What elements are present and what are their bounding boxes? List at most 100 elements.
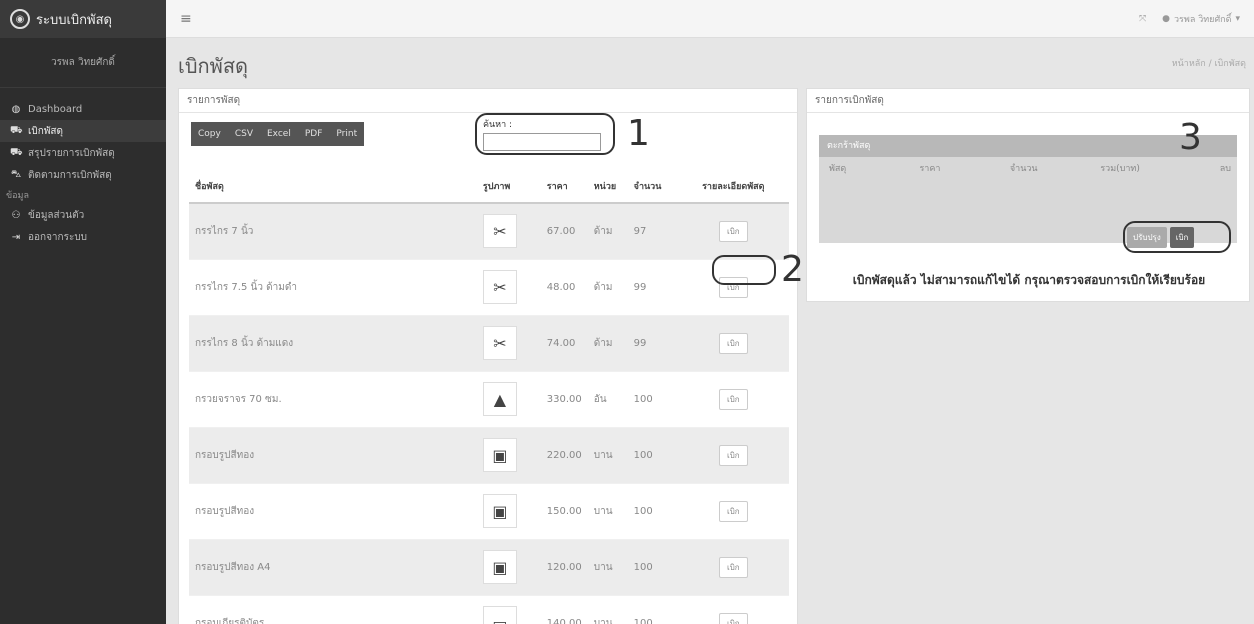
sidebar-item-label: Dashboard — [28, 103, 83, 115]
table-row: กรอบเกียรติบัตร ▭ 140.00 บาน 100 เบิก — [189, 594, 789, 624]
cell-price: 74.00 — [540, 314, 588, 371]
withdraw-button[interactable]: เบิก — [718, 388, 748, 410]
user-menu-label: วรพล วิทยศักดิ์ — [1174, 14, 1232, 25]
copy-button[interactable]: Copy — [191, 122, 228, 146]
pdf-button[interactable]: PDF — [298, 122, 330, 146]
withdraw-list-title: รายการเบิกพัสดุ — [807, 89, 1249, 113]
traffic-cone-image: ▲ — [482, 382, 517, 416]
cart-header-row: พัสดุ ราคา จำนวน รวม(บาท) ลบ — [819, 157, 1237, 179]
column-header-detail[interactable]: รายละเอียดพัสดุ — [677, 169, 789, 204]
main-content: เบิกพัสดุ หน้าหลัก / เบิกพัสดุ รายการพัส… — [166, 38, 1254, 624]
sidebar-item-label: ออกจากระบบ — [28, 231, 88, 243]
cart-icon: ⛟ — [10, 124, 23, 136]
withdraw-button[interactable]: เบิก — [718, 444, 748, 466]
cart-title: ตะกร้าพัสดุ — [819, 135, 1237, 157]
cell-unit: ด้าม — [587, 314, 628, 371]
callout-box-3 — [1123, 221, 1231, 253]
sidebar-item-dashboard[interactable]: ◍ Dashboard — [0, 98, 166, 120]
cell-name: กรรไกร 7.5 นิ้ว ด้ามดำ — [189, 258, 477, 315]
cart-col-item: พัสดุ — [829, 164, 847, 174]
column-header-qty[interactable]: จำนวน — [627, 169, 678, 204]
table-row: กรรไกร 8 นิ้ว ด้ามแดง ✂ 74.00 ด้าม 99 เบ… — [189, 314, 789, 371]
user-icon: ⚇ — [11, 209, 21, 221]
callout-number-1: 1 — [627, 113, 650, 154]
cell-unit: อัน — [587, 370, 628, 427]
sidebar-item-label: ข้อมูลส่วนตัว — [28, 209, 85, 221]
column-header-name[interactable]: ชื่อพัสดุ — [189, 169, 477, 204]
menu-toggle-icon[interactable]: ≡ — [180, 11, 192, 27]
caret-down-icon: ▾ — [1235, 13, 1240, 24]
cart-col-total: รวม(บาท) — [1100, 164, 1140, 174]
cell-name: กรอบรูปสีทอง — [189, 426, 477, 483]
cell-qty: 99 — [627, 258, 678, 315]
table-row: กรอบรูปสีทอง ▣ 150.00 บาน 100 เบิก — [189, 482, 789, 539]
cell-name: กรรไกร 8 นิ้ว ด้ามแดง — [189, 314, 477, 371]
withdraw-button[interactable]: เบิก — [718, 556, 748, 578]
column-header-price[interactable]: ราคา — [540, 169, 588, 204]
page-title: เบิกพัสดุ — [178, 54, 249, 78]
withdraw-button[interactable]: เบิก — [718, 500, 748, 522]
sidebar-brand[interactable]: ◉ ระบบเบิกพัสดุ — [0, 0, 166, 38]
topbar: ≡ ⤧ ● วรพล วิทยศักดิ์ ▾ — [166, 0, 1254, 38]
callout-number-3: 3 — [1179, 117, 1202, 158]
cart-col-price: ราคา — [919, 164, 941, 174]
sidebar-item-tracking[interactable]: ⛍ ติดตามการเบิกพัสดุ — [0, 164, 166, 186]
cell-price: 120.00 — [540, 538, 588, 595]
items-panel-title: รายการพัสดุ — [179, 89, 797, 113]
truck-icon: ⛍ — [10, 168, 22, 180]
withdraw-button[interactable]: เบิก — [718, 612, 748, 624]
sidebar: ◉ ระบบเบิกพัสดุ วรพล วิทยศักดิ์ ◍ Dashbo… — [0, 0, 166, 624]
cart-col-qty: จำนวน — [1009, 164, 1038, 174]
withdraw-button[interactable]: เบิก — [718, 332, 748, 354]
cell-name: กรวยจราจร 70 ซม. — [189, 370, 477, 427]
scissors-image: ✂ — [482, 270, 517, 304]
items-panel: รายการพัสดุ Copy CSV Excel PDF Print ค้น… — [178, 88, 804, 624]
table-row: กรรไกร 7.5 นิ้ว ด้ามดำ ✂ 48.00 ด้าม 99 เ… — [189, 258, 789, 315]
callout-box-1 — [475, 113, 615, 155]
withdraw-button[interactable]: เบิก — [718, 220, 748, 242]
no-image-placeholder: ▣ — [482, 494, 517, 528]
sidebar-item-summary[interactable]: ⛟ สรุปรายการเบิกพัสดุ — [0, 142, 166, 164]
cell-price: 150.00 — [540, 482, 588, 539]
scissors-image: ✂ — [482, 326, 517, 360]
cell-price: 48.00 — [540, 258, 588, 315]
table-header-row: ชื่อพัสดุ รูปภาพ ราคา หน่วย จำนวน รายละเ… — [189, 169, 789, 204]
sidebar-item-withdraw[interactable]: ⛟ เบิกพัสดุ — [0, 120, 166, 142]
sidebar-item-label: เบิกพัสดุ — [28, 125, 64, 137]
withdraw-list-panel: รายการเบิกพัสดุ ตะกร้าพัสดุ พัสดุ ราคา จ… — [806, 88, 1250, 302]
column-header-unit[interactable]: หน่วย — [587, 169, 628, 204]
no-image-placeholder: ▣ — [482, 550, 517, 584]
cell-qty: 100 — [627, 370, 678, 427]
cell-name: กรอบรูปสีทอง — [189, 482, 477, 539]
cell-qty: 100 — [627, 426, 678, 483]
cell-unit: ด้าม — [587, 202, 628, 259]
sidebar-item-profile[interactable]: ⚇ ข้อมูลส่วนตัว — [0, 204, 166, 226]
frame-image: ▭ — [482, 606, 517, 624]
cell-qty: 100 — [627, 594, 678, 624]
table-row: กรรไกร 7 นิ้ว ✂ 67.00 ด้าม 97 เบิก — [189, 202, 789, 259]
cell-price: 140.00 — [540, 594, 588, 624]
cell-name: กรอบรูปสีทอง A4 — [189, 538, 477, 595]
cell-unit: ด้าม — [587, 258, 628, 315]
csv-button[interactable]: CSV — [228, 122, 260, 146]
cell-name: กรรไกร 7 นิ้ว — [189, 202, 477, 259]
print-button[interactable]: Print — [329, 122, 364, 146]
fullscreen-icon[interactable]: ⤧ — [1139, 14, 1146, 24]
cell-unit: บาน — [587, 482, 628, 539]
column-header-image[interactable]: รูปภาพ — [476, 169, 541, 204]
table-row: กรอบรูปสีทอง ▣ 220.00 บาน 100 เบิก — [189, 426, 789, 483]
cell-price: 330.00 — [540, 370, 588, 427]
user-icon: ● — [1162, 13, 1170, 24]
cell-unit: บาน — [587, 426, 628, 483]
sidebar-item-label: สรุปรายการเบิกพัสดุ — [28, 147, 115, 159]
breadcrumb[interactable]: หน้าหลัก / เบิกพัสดุ — [1172, 56, 1246, 70]
table-row: กรวยจราจร 70 ซม. ▲ 330.00 อัน 100 เบิก — [189, 370, 789, 427]
sidebar-user-name: วรพล วิทยศักดิ์ — [0, 38, 166, 88]
cell-qty: 100 — [627, 538, 678, 595]
sidebar-section-label: ข้อมูล — [6, 191, 30, 201]
excel-button[interactable]: Excel — [260, 122, 298, 146]
cell-qty: 100 — [627, 482, 678, 539]
sidebar-item-logout[interactable]: ⇥ ออกจากระบบ — [0, 226, 166, 248]
sidebar-item-label: ติดตามการเบิกพัสดุ — [28, 169, 112, 181]
user-menu[interactable]: ● วรพล วิทยศักดิ์ ▾ — [1162, 12, 1240, 26]
